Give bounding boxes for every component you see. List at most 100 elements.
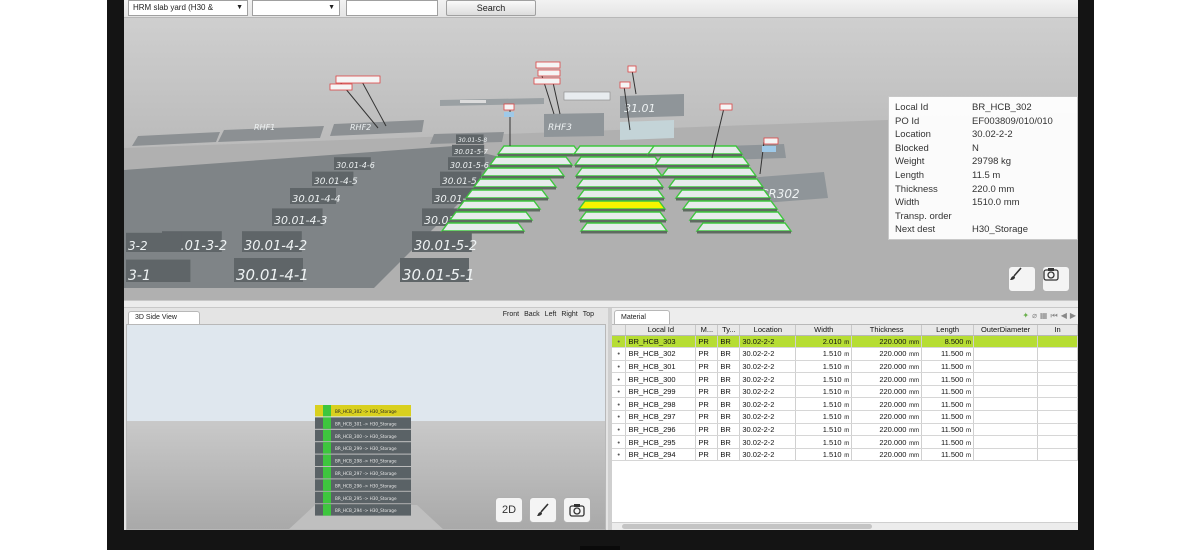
tab-material[interactable]: Material bbox=[614, 310, 670, 324]
table-cell: • bbox=[612, 335, 627, 349]
table-row[interactable]: • BR_HCB_303 PR BR 30.02-2-2 2.010 m 220.000 m… bbox=[612, 335, 1078, 349]
table-cell: 30.02-2-2 bbox=[739, 360, 797, 374]
slab[interactable] bbox=[579, 222, 669, 232]
column-header[interactable]: Thickness bbox=[851, 325, 923, 336]
stack-slab-edge bbox=[323, 417, 331, 429]
second-select[interactable]: ▼ bbox=[252, 0, 340, 16]
view-link-top[interactable]: Top bbox=[583, 311, 594, 318]
location-label: 30.01-5-6 bbox=[450, 161, 489, 170]
cell-value: 2.010 bbox=[822, 336, 842, 346]
view-link-right[interactable]: Right bbox=[561, 311, 577, 318]
slab[interactable] bbox=[681, 200, 779, 210]
table-cell: • bbox=[612, 385, 627, 399]
table-cell: 1.510 m bbox=[795, 360, 853, 374]
slab[interactable] bbox=[646, 145, 744, 155]
3d-yard-view[interactable]: 30.01-5-1 30.01-4-1 30.01-5-2 30.01-4-2 30.0… bbox=[124, 18, 1078, 300]
cell-unit: mm bbox=[907, 377, 920, 384]
horizontal-splitter[interactable] bbox=[124, 300, 1078, 308]
table-row[interactable]: • BR_HCB_297 PR BR 30.02-2-2 1.510 m 220.000 m… bbox=[612, 410, 1078, 424]
slab[interactable] bbox=[660, 167, 758, 177]
table-cell: BR bbox=[717, 335, 741, 349]
slab[interactable] bbox=[480, 167, 566, 177]
table-cell: BR bbox=[717, 423, 741, 437]
slab[interactable] bbox=[572, 145, 662, 155]
side-brush-button[interactable] bbox=[529, 497, 557, 523]
first-page-icon[interactable]: ⏮ bbox=[1050, 311, 1057, 321]
view-link-back[interactable]: Back bbox=[524, 311, 540, 318]
table-cell: • bbox=[612, 372, 627, 386]
table-cell: • bbox=[612, 347, 627, 361]
view-2d-button[interactable]: 2D bbox=[495, 497, 523, 523]
table-cell: PR bbox=[695, 335, 719, 349]
slab[interactable] bbox=[573, 156, 663, 166]
search-input[interactable] bbox=[346, 0, 438, 16]
column-header[interactable]: In bbox=[1037, 325, 1078, 336]
slab[interactable] bbox=[472, 178, 558, 188]
table-row[interactable]: • BR_HCB_302 PR BR 30.02-2-2 1.510 m 220.000 m… bbox=[612, 347, 1078, 361]
scrollbar-thumb[interactable] bbox=[622, 524, 872, 529]
prev-page-icon[interactable]: ◀ bbox=[1061, 311, 1067, 321]
slab[interactable] bbox=[575, 178, 665, 188]
table-row[interactable]: • BR_HCB_299 PR BR 30.02-2-2 1.510 m 220.000 m… bbox=[612, 385, 1078, 399]
search-button[interactable]: Search bbox=[446, 0, 536, 16]
table-cell: BR bbox=[717, 448, 741, 462]
slab[interactable] bbox=[695, 222, 793, 232]
table-row[interactable]: • BR_HCB_300 PR BR 30.02-2-2 1.510 m 220.000 m… bbox=[612, 372, 1078, 386]
cell-value: 220.000 bbox=[879, 336, 907, 346]
slab-side bbox=[581, 231, 667, 234]
slab[interactable] bbox=[574, 167, 664, 177]
area-select[interactable]: HRM slab yard (H30 & ▼ bbox=[128, 0, 248, 16]
cell-value: 220.000 bbox=[879, 374, 907, 384]
slab[interactable] bbox=[440, 222, 526, 232]
slab[interactable] bbox=[464, 189, 550, 199]
horizontal-scrollbar[interactable] bbox=[612, 522, 1078, 530]
slab[interactable] bbox=[674, 189, 772, 199]
view-link-front[interactable]: Front bbox=[503, 311, 519, 318]
table-cell bbox=[1037, 372, 1078, 386]
table-row[interactable]: • BR_HCB_298 PR BR 30.02-2-2 1.510 m 220.000 m… bbox=[612, 397, 1078, 412]
camera-button[interactable] bbox=[1042, 266, 1070, 292]
attach-icon[interactable]: ⌀ bbox=[1032, 311, 1037, 321]
table-row[interactable]: • BR_HCB_295 PR BR 30.02-2-2 1.510 m 220.000 m… bbox=[612, 435, 1078, 449]
location-label: 30.01-4-6 bbox=[336, 161, 375, 170]
slab[interactable] bbox=[448, 211, 534, 221]
column-header[interactable]: Local Id bbox=[625, 325, 697, 336]
cell-unit: m bbox=[964, 339, 972, 346]
table-row[interactable]: • BR_HCB_301 PR BR 30.02-2-2 1.510 m 220.000 m… bbox=[612, 360, 1078, 374]
refresh-icon[interactable]: ✦ bbox=[1022, 311, 1029, 321]
slab-side bbox=[575, 165, 661, 168]
slab[interactable] bbox=[667, 178, 765, 188]
column-header[interactable]: Width bbox=[795, 325, 853, 336]
slab-side bbox=[578, 198, 664, 201]
cell-value: 1.510 bbox=[822, 349, 842, 359]
column-header[interactable]: OuterDiameter bbox=[973, 325, 1039, 336]
view-link-left[interactable]: Left bbox=[545, 311, 557, 318]
column-header[interactable]: Location bbox=[739, 325, 797, 336]
slab[interactable] bbox=[496, 145, 582, 155]
slab[interactable] bbox=[653, 156, 751, 166]
side-view-canvas[interactable]: BR_HCB_302 -> H30_Storage BR_HCB_301 -> H… bbox=[126, 324, 606, 530]
slab[interactable] bbox=[688, 211, 786, 221]
table-cell: BR bbox=[717, 410, 741, 424]
cell-unit: m bbox=[842, 339, 850, 346]
grid-icon[interactable]: ▦ bbox=[1040, 311, 1048, 321]
slab-side bbox=[442, 231, 524, 234]
table-row[interactable]: • BR_HCB_296 PR BR 30.02-2-2 1.510 m 220.000 m… bbox=[612, 423, 1078, 437]
slab[interactable] bbox=[577, 200, 667, 210]
next-page-icon[interactable]: ▶ bbox=[1070, 311, 1076, 321]
column-header[interactable]: M... bbox=[695, 325, 719, 336]
tab-3d-side-view[interactable]: 3D Side View bbox=[128, 311, 200, 324]
slab[interactable] bbox=[488, 156, 574, 166]
table-cell: PR bbox=[695, 347, 719, 361]
column-header[interactable]: Length bbox=[921, 325, 975, 336]
column-header[interactable]: Ty... bbox=[717, 325, 741, 336]
brush-button[interactable] bbox=[1008, 266, 1036, 292]
slab[interactable] bbox=[576, 189, 666, 199]
table-row[interactable]: • BR_HCB_294 PR BR 30.02-2-2 1.510 m 220.000 m… bbox=[612, 448, 1078, 462]
side-camera-button[interactable] bbox=[563, 497, 591, 523]
app-window: HRM slab yard (H30 & ▼ ▼ Search 30.01-5-… bbox=[124, 0, 1078, 530]
tag-flag bbox=[763, 137, 779, 145]
platform-info bbox=[620, 120, 674, 140]
slab[interactable] bbox=[578, 211, 668, 221]
slab[interactable] bbox=[456, 200, 542, 210]
